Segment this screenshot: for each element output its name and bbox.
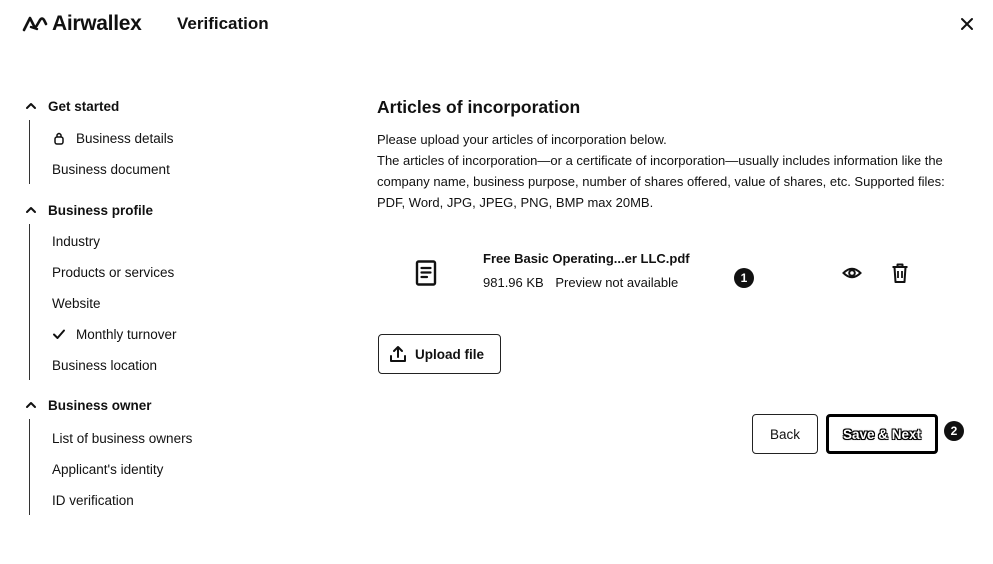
sidebar-item-products-or-services[interactable]: Products or services (52, 263, 174, 281)
sidebar-item-label: List of business owners (52, 430, 193, 446)
section-business-profile[interactable]: Business profile (22, 200, 153, 220)
chevron-up-icon (26, 207, 36, 213)
sidebar-item-label: Industry (52, 233, 101, 249)
delete-file-button[interactable] (891, 262, 909, 284)
section-divider (29, 120, 30, 184)
section-title: Articles of incorporation (377, 97, 581, 117)
sidebar-item-label: Website (52, 295, 101, 311)
upload-file-button[interactable]: Upload file (378, 334, 501, 374)
sidebar-item-label: Applicant's identity (52, 461, 164, 477)
sidebar-item-website[interactable]: Website (52, 294, 101, 312)
sidebar-item-industry[interactable]: Industry (52, 232, 100, 250)
file-preview-status: Preview not available (555, 275, 679, 290)
back-button[interactable]: Back (752, 414, 818, 454)
section-business-owner[interactable]: Business owner (22, 395, 152, 415)
airwallex-logo-icon (22, 16, 48, 32)
sidebar-item-monthly-turnover[interactable]: Monthly turnover (52, 325, 177, 343)
trash-icon (892, 263, 908, 283)
sidebar-item-id-verification[interactable]: ID verification (52, 491, 134, 509)
check-icon (52, 327, 66, 341)
sidebar-item-label: Business location (52, 357, 158, 373)
close-button[interactable] (958, 15, 976, 33)
lock-icon (52, 131, 66, 145)
upload-icon (390, 346, 406, 362)
sidebar-item-label: Products or services (52, 264, 175, 280)
chevron-up-icon (26, 402, 36, 408)
file-name: Free Basic Operating...er LLC.pdf (483, 251, 690, 266)
uploaded-file-row: Free Basic Operating...er LLC.pdf 981.96… (377, 240, 937, 310)
section-title: Business profile (48, 202, 154, 218)
airwallex-logo: Airwallex (22, 12, 142, 36)
step-marker-badge: 2 (944, 421, 964, 441)
close-icon (961, 18, 973, 30)
sidebar-item-business-location[interactable]: Business location (52, 356, 157, 374)
sidebar-item-applicants-identity[interactable]: Applicant's identity (52, 460, 163, 478)
sidebar-item-list-of-business-owners[interactable]: List of business owners (52, 429, 192, 447)
section-title: Get started (48, 98, 120, 114)
file-size: 981.96 KB (483, 275, 544, 290)
sidebar-item-label: Business document (52, 161, 170, 177)
section-get-started[interactable]: Get started (22, 96, 119, 116)
eye-icon (842, 267, 862, 279)
step-marker-badge: 1 (734, 268, 754, 288)
description: Please upload your articles of incorpora… (377, 129, 947, 213)
section-divider (29, 419, 30, 515)
document-icon (415, 260, 437, 286)
chevron-up-icon (26, 103, 36, 109)
sidebar-item-label: Business details (76, 130, 174, 146)
sidebar-item-label: Monthly turnover (76, 326, 177, 342)
file-meta: 981.96 KB Preview not available (483, 275, 678, 290)
description-line: Please upload your articles of incorpora… (377, 132, 667, 147)
save-and-next-button[interactable]: Save & Next (826, 414, 938, 454)
brand-name: Airwallex (52, 12, 142, 35)
preview-button[interactable] (842, 263, 862, 283)
upload-button-label: Upload file (415, 346, 485, 362)
page-title: Verification (177, 14, 269, 33)
sidebar-item-business-document[interactable]: Business document (52, 160, 170, 178)
description-line: The articles of incorporation—or a certi… (377, 153, 945, 210)
sidebar-item-business-details[interactable]: Business details (52, 129, 174, 147)
section-title: Business owner (48, 397, 152, 413)
section-divider (29, 224, 30, 380)
sidebar-item-label: ID verification (52, 492, 134, 508)
